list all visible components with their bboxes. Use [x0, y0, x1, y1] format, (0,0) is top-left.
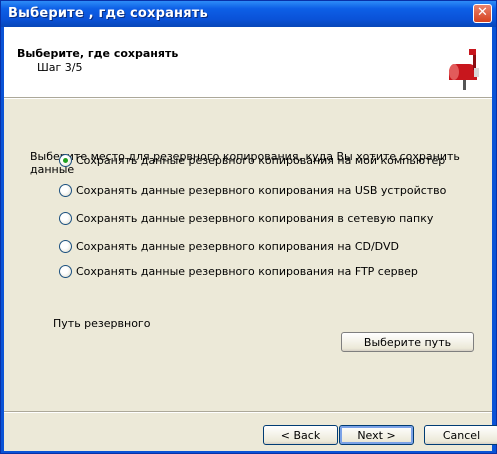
option-label: Сохранять данные резервного копирования … [76, 211, 434, 225]
close-icon: ✕ [477, 5, 488, 20]
mailbox-icon [444, 46, 484, 91]
footer-separator-highlight [4, 412, 492, 413]
wizard-window: Выберите , где сохранять ✕ Выберите, где… [0, 0, 497, 454]
radio-button-selected[interactable] [59, 153, 72, 167]
window-title: Выберите , где сохранять [8, 6, 208, 21]
step-indicator: Шаг 3/5 [37, 61, 83, 74]
header-title: Выберите, где сохранять [17, 47, 179, 60]
cancel-button[interactable]: Cancel [424, 425, 497, 445]
wizard-header: Выберите, где сохранять Шаг 3/5 [4, 27, 492, 98]
choose-path-button[interactable]: Выберите путь [341, 332, 474, 352]
option-usb-device[interactable]: Сохранять данные резервного копирования … [59, 182, 446, 198]
radio-button[interactable] [59, 239, 72, 253]
client-area: Выберите, где сохранять Шаг 3/5 Выберите… [4, 27, 497, 451]
back-button[interactable]: < Back [263, 425, 338, 445]
option-label: Сохранять данные резервного копирования … [76, 239, 399, 253]
option-label: Сохранять данные резервного копирования … [76, 183, 447, 197]
option-network-folder[interactable]: Сохранять данные резервного копирования … [59, 210, 433, 226]
option-my-computer[interactable]: Сохранять данные резервного копирования … [59, 152, 445, 168]
backup-path-label: Путь резервного [53, 317, 151, 330]
option-label: Сохранять данные резервного копирования … [76, 264, 418, 278]
radio-button[interactable] [59, 264, 72, 278]
radio-button[interactable] [59, 183, 72, 197]
next-button[interactable]: Next > [339, 425, 414, 445]
header-separator [4, 98, 492, 99]
radio-button[interactable] [59, 211, 72, 225]
option-label: Сохранять данные резервного копирования … [76, 153, 446, 167]
title-bar[interactable]: Выберите , где сохранять ✕ [1, 1, 496, 27]
option-cd-dvd[interactable]: Сохранять данные резервного копирования … [59, 238, 399, 254]
close-button[interactable]: ✕ [473, 4, 492, 23]
option-ftp-server[interactable]: Сохранять данные резервного копирования … [59, 263, 418, 279]
